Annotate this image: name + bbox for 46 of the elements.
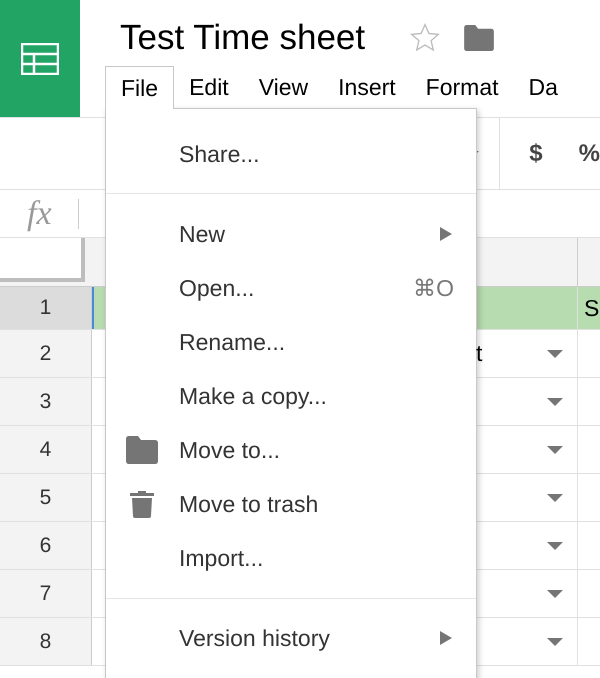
formula-label: fx — [27, 194, 52, 234]
currency-format-button[interactable]: $ — [529, 136, 543, 172]
caret-icon — [547, 590, 563, 598]
menu-item[interactable]: Share... — [106, 127, 476, 181]
menu-item[interactable]: Make a copy... — [106, 369, 476, 423]
menu-item[interactable]: Move to... — [106, 423, 476, 477]
menu-tab[interactable]: Da — [514, 66, 573, 109]
menu-item[interactable]: Rename... — [106, 315, 476, 369]
submenu-arrow-icon — [440, 631, 452, 645]
menu-tab[interactable]: Insert — [323, 66, 411, 109]
menu-item[interactable]: Import... — [106, 531, 476, 585]
menu-item[interactable]: New — [106, 207, 476, 261]
star-icon[interactable] — [409, 22, 442, 54]
row-header[interactable]: 8 — [0, 618, 92, 665]
row-header[interactable]: 3 — [0, 378, 92, 425]
menu-tab[interactable]: File — [105, 66, 174, 109]
document-title[interactable]: Test Time sheet — [105, 12, 366, 64]
row-header[interactable]: 5 — [0, 474, 92, 521]
row-header[interactable]: 2 — [0, 330, 92, 377]
row-header[interactable]: 4 — [0, 426, 92, 473]
row-header[interactable]: 6 — [0, 522, 92, 569]
app-logo[interactable] — [0, 0, 80, 117]
folder-icon — [463, 25, 496, 51]
caret-icon — [547, 638, 563, 646]
caret-icon — [547, 542, 563, 550]
row-header[interactable]: 7 — [0, 570, 92, 617]
caret-icon — [547, 446, 563, 454]
caret-icon — [547, 398, 563, 406]
shortcut-label: ⌘O — [413, 274, 454, 303]
spreadsheet-icon — [21, 42, 59, 74]
submenu-arrow-icon — [440, 227, 452, 241]
caret-icon — [547, 350, 563, 358]
menu-item[interactable]: Move to trash — [106, 477, 476, 531]
corner-cell[interactable] — [0, 238, 85, 282]
percent-format-button[interactable]: % — [578, 136, 600, 172]
table-cell: S — [578, 287, 600, 329]
menu-item[interactable]: Version history — [106, 611, 476, 665]
menu-tab[interactable]: View — [244, 66, 324, 109]
row-header[interactable]: 1 — [0, 287, 92, 329]
trash-icon — [130, 490, 154, 518]
menu-tab[interactable]: Edit — [174, 66, 244, 109]
menu-item[interactable]: Open... ⌘O — [106, 261, 476, 315]
cell-text: t — [476, 339, 482, 368]
menu-tab[interactable]: Format — [410, 66, 514, 109]
folder-icon — [126, 436, 158, 464]
caret-icon — [547, 494, 563, 502]
